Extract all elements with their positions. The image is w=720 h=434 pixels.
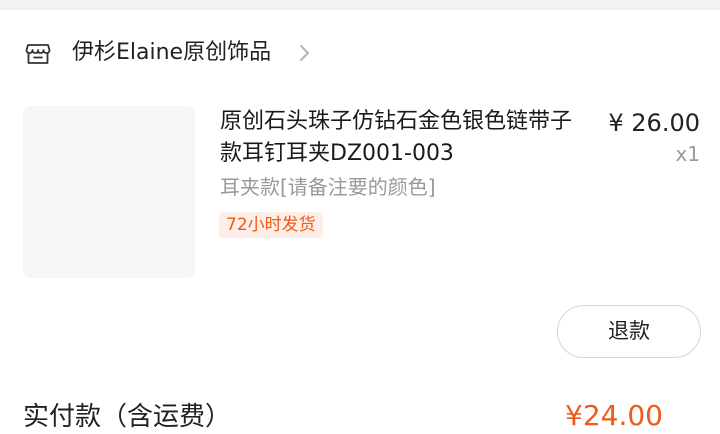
payment-label: 实付款（含运费） bbox=[23, 402, 232, 432]
shop-header[interactable]: 伊杉Elaine原创饰品 bbox=[0, 30, 720, 76]
store-icon bbox=[25, 44, 51, 64]
product-variant: 耳夹款[请备注要的颜色] bbox=[220, 175, 436, 199]
payment-amount: ¥24.00 bbox=[565, 399, 663, 432]
shipping-tag: 72小时发货 bbox=[219, 212, 323, 238]
refund-button[interactable]: 退款 bbox=[557, 305, 701, 358]
product-thumbnail[interactable] bbox=[23, 106, 195, 278]
item-quantity: x1 bbox=[675, 142, 700, 166]
shop-name[interactable]: 伊杉Elaine原创饰品 bbox=[72, 39, 271, 67]
product-title[interactable]: 原创石头珠子仿钻石金色银色链带子款耳钉耳夹DZ001-003 bbox=[220, 106, 590, 170]
chevron-right-icon bbox=[300, 45, 309, 61]
item-price: ¥ 26.00 bbox=[608, 109, 700, 137]
top-divider-strip bbox=[0, 0, 720, 10]
